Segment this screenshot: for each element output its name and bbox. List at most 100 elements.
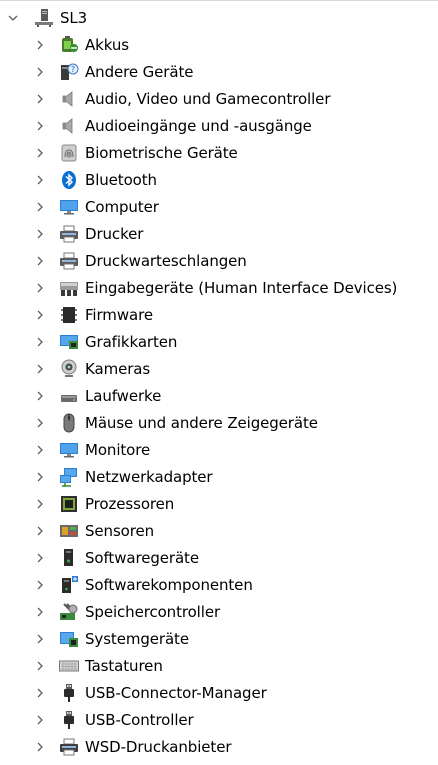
tree-node-firmware[interactable]: Firmware: [0, 301, 438, 328]
chevron-right-icon[interactable]: [35, 94, 45, 104]
tree-node-label: USB-Controller: [85, 710, 194, 729]
chevron-right-icon[interactable]: [35, 715, 45, 725]
network-adapter-icon: [59, 467, 79, 487]
chevron-right-icon[interactable]: [35, 364, 45, 374]
tree-node-label: Softwaregeräte: [85, 548, 199, 567]
chevron-right-icon[interactable]: [35, 283, 45, 293]
chevron-right-icon[interactable]: [35, 688, 45, 698]
tree-node-label: Eingabegeräte (Human Interface Devices): [85, 278, 398, 297]
chevron-right-icon[interactable]: [35, 580, 45, 590]
chevron-right-icon[interactable]: [35, 472, 45, 482]
tree-node-andere-geraete[interactable]: ? Andere Geräte: [0, 58, 438, 85]
chevron-right-icon[interactable]: [35, 553, 45, 563]
tree-node-monitore[interactable]: Monitore: [0, 436, 438, 463]
tree-node-label: Tastaturen: [85, 656, 163, 675]
chevron-right-icon[interactable]: [35, 148, 45, 158]
tree-node-tastaturen[interactable]: Tastaturen: [0, 652, 438, 679]
tree-node-label: Bluetooth: [85, 170, 157, 189]
tree-node-label: Prozessoren: [85, 494, 175, 513]
tree-node-wsd-druckanbieter[interactable]: WSD-Druckanbieter: [0, 733, 438, 760]
chevron-right-icon[interactable]: [35, 391, 45, 401]
tree-node-usb-connector-manager[interactable]: USB-Connector-Manager: [0, 679, 438, 706]
speaker-icon: [59, 89, 79, 109]
tree-node-label: Akkus: [85, 35, 129, 54]
tree-node-label: Biometrische Geräte: [85, 143, 238, 162]
tree-node-grafikkarten[interactable]: Grafikkarten: [0, 328, 438, 355]
chevron-right-icon[interactable]: [35, 418, 45, 428]
tree-node-label: USB-Connector-Manager: [85, 683, 267, 702]
printer-icon: [59, 251, 79, 271]
monitor-icon: [59, 197, 79, 217]
tree-node-sensoren[interactable]: Sensoren: [0, 517, 438, 544]
battery-icon: [59, 35, 79, 55]
tree-node-label: Mäuse und andere Zeigegeräte: [85, 413, 318, 432]
tree-node-softwarekomponenten[interactable]: Softwarekomponenten: [0, 571, 438, 598]
tree-node-label: Netzwerkadapter: [85, 467, 213, 486]
usb-plug-icon: [59, 683, 79, 703]
tree-node-maeuse-und-andere-zeigegeraete[interactable]: Mäuse und andere Zeigegeräte: [0, 409, 438, 436]
tree-node-audioeingaenge-und-ausgaenge[interactable]: Audioeingänge und -ausgänge: [0, 112, 438, 139]
tree-node-label: WSD-Druckanbieter: [85, 737, 232, 756]
chevron-right-icon[interactable]: [35, 499, 45, 509]
chevron-right-icon[interactable]: [35, 229, 45, 239]
tree-node-softwaregeraete[interactable]: Softwaregeräte: [0, 544, 438, 571]
tree-node-computer[interactable]: Computer: [0, 193, 438, 220]
tree-node-eingabegeraete-human-interface-devices[interactable]: Eingabegeräte (Human Interface Devices): [0, 274, 438, 301]
fingerprint-icon: [59, 143, 79, 163]
tree-root-label: SL3: [60, 8, 88, 27]
tree-node-bluetooth[interactable]: Bluetooth: [0, 166, 438, 193]
software-device-icon: [59, 548, 79, 568]
tree-node-label: Computer: [85, 197, 159, 216]
tree-node-prozessoren[interactable]: Prozessoren: [0, 490, 438, 517]
tree-node-label: Grafikkarten: [85, 332, 178, 351]
chevron-right-icon[interactable]: [35, 175, 45, 185]
chevron-right-icon[interactable]: [35, 337, 45, 347]
speaker-icon: [59, 116, 79, 136]
chevron-right-icon[interactable]: [35, 742, 45, 752]
tree-root-node[interactable]: SL3: [0, 4, 438, 31]
tree-node-druckwarteschlangen[interactable]: Druckwarteschlangen: [0, 247, 438, 274]
top-divider: [0, 0, 438, 1]
chevron-right-icon[interactable]: [35, 445, 45, 455]
device-tree: SL3 Akkus ? Andere Geräte Audio, Video und …: [0, 4, 438, 760]
tree-node-drucker[interactable]: Drucker: [0, 220, 438, 247]
chevron-right-icon[interactable]: [35, 256, 45, 266]
tree-node-speichercontroller[interactable]: Speichercontroller: [0, 598, 438, 625]
software-component-icon: [59, 575, 79, 595]
chevron-right-icon[interactable]: [35, 607, 45, 617]
system-device-icon: [59, 629, 79, 649]
tree-node-netzwerkadapter[interactable]: Netzwerkadapter: [0, 463, 438, 490]
chevron-right-icon[interactable]: [35, 67, 45, 77]
chevron-right-icon[interactable]: [35, 526, 45, 536]
svg-text:?: ?: [71, 65, 75, 74]
tree-node-audio-video-und-gamecontroller[interactable]: Audio, Video und Gamecontroller: [0, 85, 438, 112]
tree-node-label: Audio, Video und Gamecontroller: [85, 89, 331, 108]
hid-device-icon: [59, 278, 79, 298]
tree-node-systemgeraete[interactable]: Systemgeräte: [0, 625, 438, 652]
tree-node-kameras[interactable]: Kameras: [0, 355, 438, 382]
tree-node-label: Druckwarteschlangen: [85, 251, 247, 270]
monitor-icon: [59, 440, 79, 460]
chevron-right-icon[interactable]: [35, 40, 45, 50]
tree-node-label: Firmware: [85, 305, 153, 324]
unknown-device-icon: ?: [59, 62, 79, 82]
chevron-down-icon[interactable]: [8, 13, 18, 23]
graphics-card-icon: [59, 332, 79, 352]
chevron-right-icon[interactable]: [35, 121, 45, 131]
tree-node-label: Audioeingänge und -ausgänge: [85, 116, 312, 135]
tree-node-label: Drucker: [85, 224, 144, 243]
tree-node-label: Softwarekomponenten: [85, 575, 253, 594]
chevron-right-icon[interactable]: [35, 661, 45, 671]
tree-node-label: Speichercontroller: [85, 602, 221, 621]
tree-node-laufwerke[interactable]: Laufwerke: [0, 382, 438, 409]
chevron-right-icon[interactable]: [35, 202, 45, 212]
webcam-icon: [59, 359, 79, 379]
tree-node-biometrische-geraete[interactable]: Biometrische Geräte: [0, 139, 438, 166]
keyboard-icon: [59, 656, 79, 676]
disk-drive-icon: [59, 386, 79, 406]
chevron-right-icon[interactable]: [35, 310, 45, 320]
chevron-right-icon[interactable]: [35, 634, 45, 644]
tree-node-usb-controller[interactable]: USB-Controller: [0, 706, 438, 733]
tree-node-akkus[interactable]: Akkus: [0, 31, 438, 58]
tree-node-label: Systemgeräte: [85, 629, 189, 648]
